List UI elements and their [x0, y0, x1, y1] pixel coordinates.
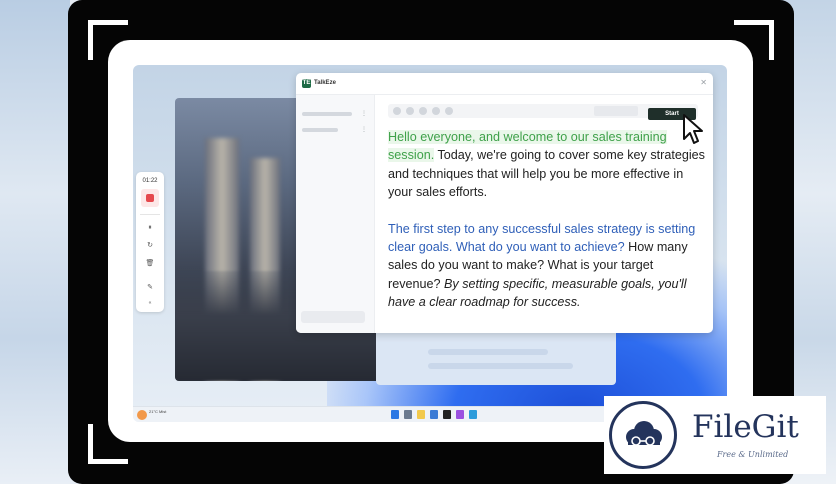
edge-icon[interactable] — [430, 410, 438, 419]
app-title: TalkEze — [314, 80, 336, 86]
talkeze-logo-icon: TE — [302, 79, 311, 88]
search-icon[interactable] — [404, 410, 412, 419]
script-sidebar: ⋮ ⋮ — [296, 95, 375, 333]
placeholder-line — [428, 349, 548, 355]
toolbar-dot-icon[interactable] — [432, 107, 440, 115]
script-text: Today, we're going to cover some key str… — [388, 148, 705, 200]
sidebar-item[interactable] — [302, 128, 338, 132]
divider — [140, 214, 160, 215]
record-stop-icon — [146, 194, 154, 202]
mouse-cursor-icon — [683, 114, 703, 144]
talkeze-window: TE TalkEze ✕ ⋮ ⋮ Start Hello everyone, a… — [296, 73, 713, 333]
filegit-watermark: FileGit Free & Unlimited — [604, 396, 826, 474]
toolbar-dot-icon[interactable] — [406, 107, 414, 115]
weather-text: 21°C Mist — [149, 409, 167, 414]
trash-icon[interactable]: 🗑 — [136, 260, 164, 268]
pen-icon[interactable]: ✎ — [136, 284, 164, 292]
watermark-title: FileGit — [692, 409, 799, 445]
app-icon[interactable] — [443, 410, 451, 419]
background-blur-left — [0, 0, 70, 484]
more-icon[interactable]: ⋮ — [361, 127, 367, 133]
toolbar-dot-icon[interactable] — [445, 107, 453, 115]
sidebar-add-button[interactable] — [301, 311, 365, 323]
sidebar-item[interactable] — [302, 112, 352, 116]
placeholder-line — [428, 363, 573, 369]
script-paragraph: The first step to any successful sales s… — [388, 220, 706, 312]
close-icon[interactable]: ✕ — [700, 78, 707, 88]
teleprompter-script: Hello everyone, and welcome to our sales… — [388, 128, 706, 330]
more-icon[interactable]: ⋮ — [361, 111, 367, 117]
app-icon[interactable] — [469, 410, 477, 419]
collapse-icon[interactable]: « — [136, 299, 164, 307]
recording-toolbar: 01:22 ⏸ ↻ 🗑 ✎ « — [136, 172, 164, 312]
taskbar-icons — [391, 410, 477, 419]
cloud-icon — [626, 421, 662, 446]
restart-icon[interactable]: ↻ — [136, 242, 164, 250]
folder-icon[interactable] — [417, 410, 425, 419]
background-window — [376, 327, 616, 385]
stop-record-button[interactable] — [141, 189, 159, 207]
recording-timer: 01:22 — [142, 178, 158, 184]
script-paragraph: Hello everyone, and welcome to our sales… — [388, 128, 706, 202]
start-menu-icon[interactable] — [391, 410, 399, 419]
filegit-logo — [609, 401, 677, 469]
toolbar-dot-icon[interactable] — [419, 107, 427, 115]
watermark-subtitle: Free & Unlimited — [717, 450, 789, 459]
app-icon[interactable] — [456, 410, 464, 419]
title-bar: TE TalkEze ✕ — [296, 73, 713, 95]
weather-icon[interactable] — [137, 410, 147, 420]
toolbar-dot-icon[interactable] — [393, 107, 401, 115]
toolbar-selector[interactable] — [594, 106, 638, 116]
pause-icon[interactable]: ⏸ — [136, 224, 164, 232]
